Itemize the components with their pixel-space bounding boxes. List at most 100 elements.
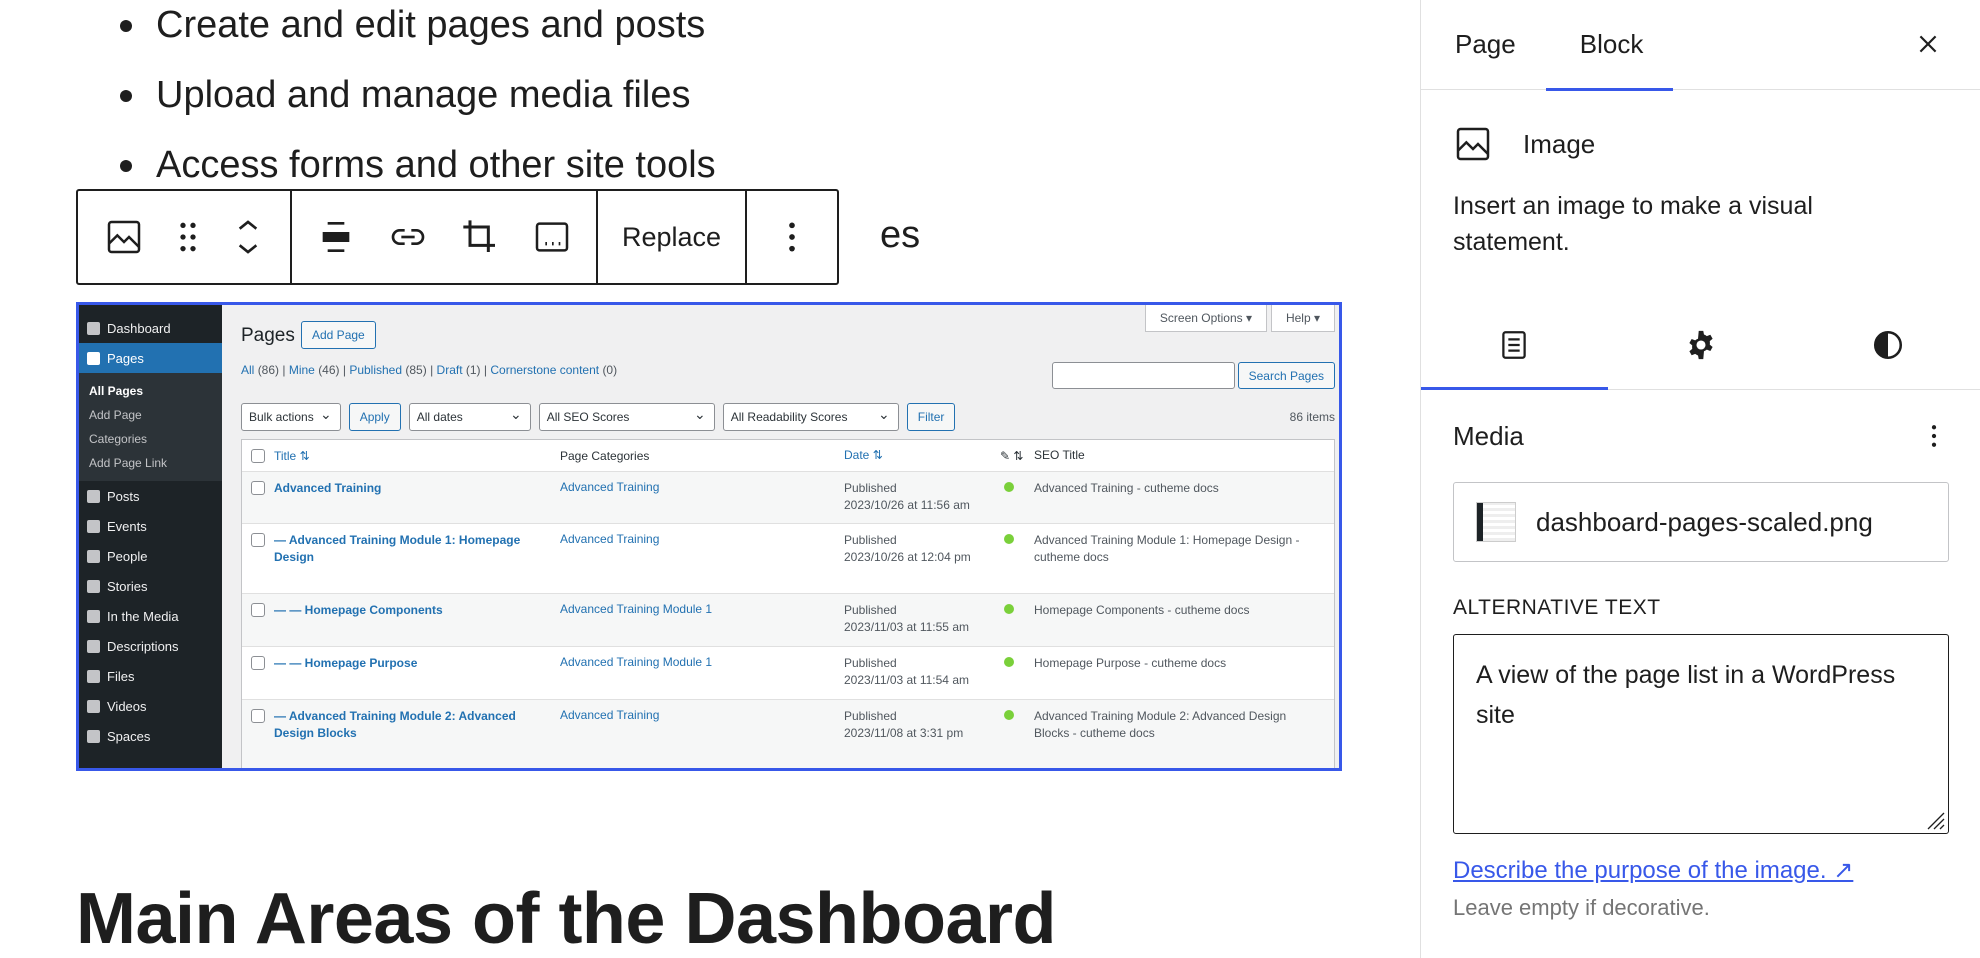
seo-good-dot <box>1004 604 1014 614</box>
seo-select: All SEO Scores <box>538 403 715 431</box>
replace-button[interactable]: Replace <box>614 191 729 283</box>
panel-title: Media <box>1453 420 1524 451</box>
view-link: All <box>241 363 255 377</box>
menu-item: In the Media <box>79 601 222 631</box>
media-filename: dashboard-pages-scaled.png <box>1536 506 1873 537</box>
items-count: 86 items <box>1289 410 1335 424</box>
image-block[interactable]: Dashboard Pages All Pages Add Page Categ… <box>76 302 1342 771</box>
menu-item: Dashboard <box>79 313 222 343</box>
column-header: Page Categories <box>560 448 650 463</box>
row-date: Published 2023/10/26 at 11:56 am <box>844 481 970 512</box>
checkbox <box>251 481 265 495</box>
tab-styles[interactable] <box>1794 300 1980 389</box>
menu-item: Stories <box>79 571 222 601</box>
link-button[interactable] <box>372 191 444 283</box>
wp-search-button: Search Pages <box>1237 362 1335 389</box>
tab-settings[interactable] <box>1608 300 1795 389</box>
toolbar-group-block <box>78 191 292 283</box>
more-vertical-icon <box>789 222 795 252</box>
media-file[interactable]: dashboard-pages-scaled.png <box>1453 482 1949 562</box>
document-icon <box>87 639 100 653</box>
row-seo-title: Homepage Components - cutheme docs <box>1034 603 1250 617</box>
move-up-down-button[interactable] <box>216 191 280 283</box>
editor-canvas: Create and edit pages and posts Upload a… <box>0 0 1420 958</box>
row-date: Published 2023/11/03 at 11:54 am <box>844 656 969 687</box>
checkbox <box>251 656 265 670</box>
table-row: — Advanced Training Module 1: Homepage D… <box>242 524 1334 594</box>
table-row: — Advanced Training Module 2: Advanced D… <box>242 700 1334 768</box>
submenu-item: All Pages <box>89 384 144 398</box>
menu-item: Pages <box>79 343 222 373</box>
section-heading[interactable]: Main Areas of the Dashboard <box>76 878 1057 958</box>
row-title: — Advanced Training Module 2: Advanced D… <box>274 709 516 740</box>
close-button[interactable] <box>1910 26 1946 62</box>
bulk-actions-select: Bulk actions <box>241 403 341 431</box>
document-icon <box>87 669 100 683</box>
view-link: Cornerstone content <box>490 363 600 377</box>
caption-icon <box>535 222 569 252</box>
wp-filter-bar: Bulk actions Apply All dates All SEO Sco… <box>241 403 956 431</box>
apply-button: Apply <box>348 403 401 431</box>
contrast-icon <box>1873 330 1902 359</box>
pin-icon <box>87 489 100 503</box>
row-category: Advanced Training <box>560 480 660 494</box>
column-header: SEO Title <box>1034 448 1085 462</box>
tab-page[interactable]: Page <box>1455 0 1516 90</box>
image-thumbnail <box>1476 502 1516 542</box>
row-category: Advanced Training Module 1 <box>560 655 713 669</box>
menu-item: Videos <box>79 691 222 721</box>
list-item[interactable]: Create and edit pages and posts <box>120 0 920 60</box>
align-center-icon <box>322 222 350 252</box>
chevron-up-down-icon <box>238 220 258 254</box>
decorative-hint: Leave empty if decorative. <box>1453 895 1710 920</box>
tab-block[interactable]: Block <box>1545 0 1673 91</box>
block-name: Image <box>1523 128 1596 159</box>
wp-view-filters: All (86) | Mine (46) | Published (85) | … <box>241 363 618 377</box>
table-row: Advanced Training Advanced Training Publ… <box>242 472 1334 524</box>
row-seo-title: Homepage Purpose - cutheme docs <box>1034 656 1227 670</box>
person-icon <box>87 729 100 743</box>
align-button[interactable] <box>300 191 372 283</box>
tab-content[interactable] <box>1421 300 1608 390</box>
wp-pages-screen: Pages Add Page Screen Options ▾ Help ▾ A… <box>222 305 1339 768</box>
view-link: Published <box>349 363 403 377</box>
image-icon <box>1456 127 1490 161</box>
video-icon <box>87 699 100 713</box>
resize-handle-icon[interactable] <box>1922 807 1946 831</box>
document-icon <box>1502 330 1527 359</box>
wp-help: Help ▾ <box>1270 305 1335 332</box>
block-type-button[interactable] <box>88 191 160 283</box>
drag-handle[interactable] <box>160 191 216 283</box>
seo-good-dot <box>1004 710 1014 720</box>
describe-purpose-link[interactable]: Describe the purpose of the image. ↗ <box>1453 857 1853 884</box>
crop-button[interactable] <box>444 191 516 283</box>
options-button[interactable] <box>757 191 827 283</box>
sidebar-tabs: Page Block <box>1421 0 1980 91</box>
checkbox <box>251 709 265 723</box>
checkbox <box>251 448 265 463</box>
more-vertical-icon[interactable] <box>1919 421 1949 451</box>
alt-text-field[interactable]: A view of the page list in a WordPress s… <box>1453 634 1949 834</box>
readability-select: All Readability Scores <box>722 403 899 431</box>
seo-good-dot <box>1004 534 1014 544</box>
block-description: Insert an image to make a visual stateme… <box>1453 192 1813 256</box>
wp-page-title: Pages <box>241 325 295 346</box>
person-icon <box>87 549 100 563</box>
grid-icon <box>87 579 100 593</box>
block-card: Image Insert an image to make a visual s… <box>1421 90 1980 260</box>
list-item[interactable]: Upload and manage media files <box>120 60 920 130</box>
column-header: Title ⇅ <box>274 448 310 463</box>
media-panel: Media dashboard-pages-scaled.png ALTERNA… <box>1453 390 1949 921</box>
row-seo-title: Advanced Training Module 1: Homepage Des… <box>1034 533 1300 564</box>
caption-button[interactable] <box>516 191 588 283</box>
drag-icon <box>180 222 196 252</box>
toolbar-group-options <box>747 191 837 283</box>
gear-icon <box>1689 330 1713 359</box>
column-header: Date ⇅ <box>844 448 883 462</box>
block-toolbar: Replace <box>76 189 840 285</box>
seo-good-dot <box>1004 657 1014 667</box>
wp-search-input <box>1052 362 1235 389</box>
row-title: Advanced Training <box>274 481 382 495</box>
checkbox <box>251 603 265 617</box>
table-row: — — Homepage Purpose Advanced Training M… <box>242 647 1334 700</box>
